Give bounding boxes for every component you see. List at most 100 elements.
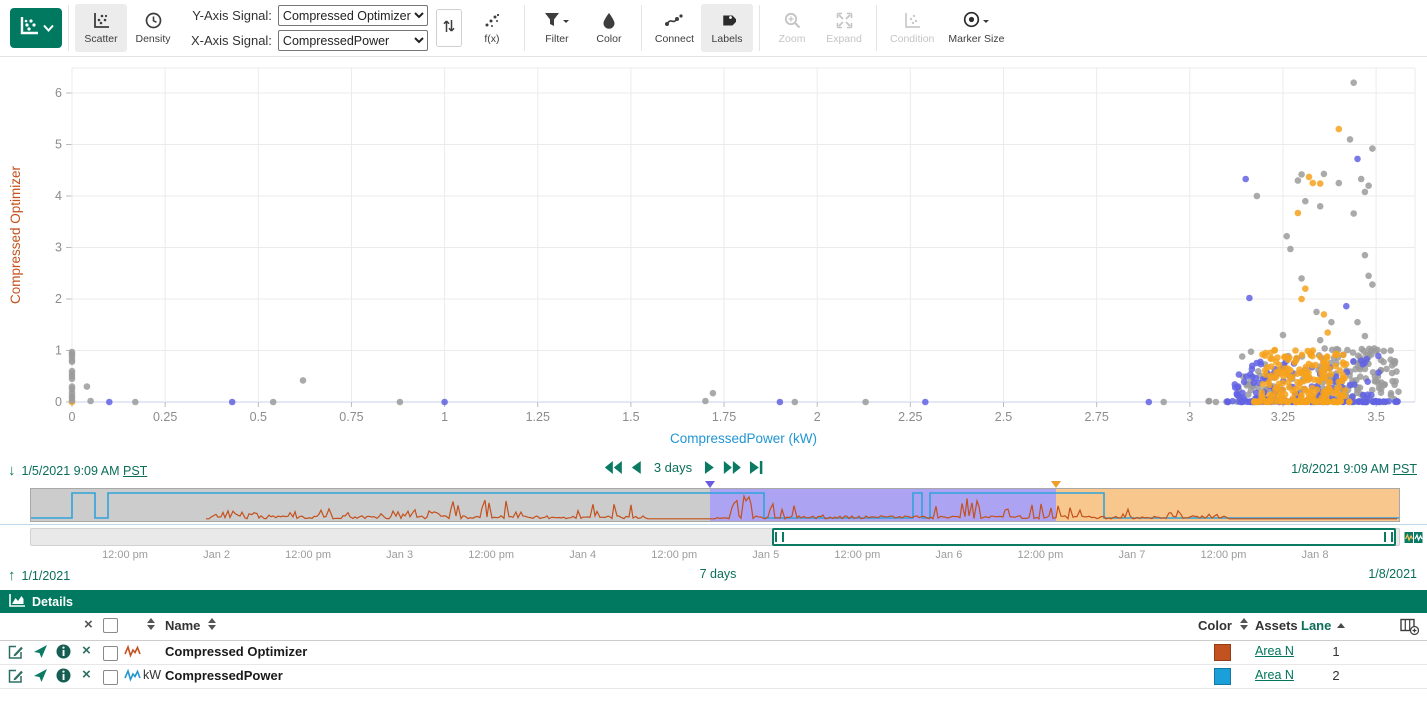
investigate-duration[interactable]: 7 days xyxy=(700,567,737,581)
color-swatch[interactable] xyxy=(1214,644,1231,661)
table-row-compressedpower[interactable]: × kW CompressedPower Area N 2 xyxy=(0,665,1427,689)
color-button[interactable]: Color xyxy=(583,4,635,52)
signal-name[interactable]: CompressedPower xyxy=(165,668,283,683)
marker-size-icon xyxy=(963,11,980,31)
x-axis-title: CompressedPower (kW) xyxy=(670,431,817,446)
svg-text:0.75: 0.75 xyxy=(339,410,363,424)
investigate-range-thumb[interactable] xyxy=(772,528,1396,546)
select-all-checkbox[interactable] xyxy=(103,618,118,633)
lane-number: 2 xyxy=(1326,668,1346,683)
display-end-datetime[interactable]: 1/8/2021 9:09 AM xyxy=(1291,462,1389,476)
remove-icon[interactable]: × xyxy=(82,644,91,657)
svg-text:4: 4 xyxy=(55,189,62,203)
info-icon[interactable] xyxy=(56,668,71,686)
condition-button: Condition xyxy=(883,4,941,52)
remove-all-icon[interactable]: × xyxy=(84,618,93,631)
timeline-preview-strip[interactable] xyxy=(30,488,1400,522)
connect-button[interactable]: Connect xyxy=(648,4,701,52)
step-back-full-button[interactable] xyxy=(605,461,623,474)
range-stepper: 3 days xyxy=(605,460,763,475)
table-row-compressed-optimizer[interactable]: × Compressed Optimizer Area N 1 xyxy=(0,641,1427,665)
add-column-icon[interactable] xyxy=(1400,618,1419,638)
y-axis-signal-select[interactable]: Compressed Optimizer xyxy=(278,5,428,26)
scatter-gridlines: 012345600.250.50.7511.251.51.7522.252.52… xyxy=(55,68,1415,424)
labels-label: Labels xyxy=(712,33,743,45)
display-start-datetime[interactable]: 1/5/2021 9:09 AM xyxy=(22,464,120,478)
swap-axes-button[interactable] xyxy=(436,9,462,47)
auto-update-icon[interactable] xyxy=(1404,530,1423,551)
edit-icon[interactable] xyxy=(8,668,24,687)
send-icon[interactable] xyxy=(33,668,48,686)
sort-color-control[interactable] xyxy=(1240,618,1248,630)
info-icon[interactable] xyxy=(56,644,71,662)
x-axis-signal-select[interactable]: CompressedPower xyxy=(278,30,428,51)
thumb-right-handle[interactable] xyxy=(1384,532,1393,542)
time-tick-label: Jan 6 xyxy=(935,549,962,561)
step-forward-full-button[interactable] xyxy=(723,461,741,474)
area-chart-icon xyxy=(9,594,25,610)
time-tick-label: 12:00 pm xyxy=(1017,549,1063,561)
sort-unit-control[interactable] xyxy=(147,618,155,630)
svg-text:0.25: 0.25 xyxy=(153,410,177,424)
step-size-label[interactable]: 3 days xyxy=(654,460,692,475)
details-title: Details xyxy=(32,595,73,609)
scatter-chart[interactable]: 012345600.250.50.7511.251.51.7522.252.52… xyxy=(0,57,1427,453)
row-checkbox[interactable] xyxy=(103,646,118,661)
time-tick-label: 12:00 pm xyxy=(1201,549,1247,561)
signal-name[interactable]: Compressed Optimizer xyxy=(165,644,307,659)
column-header-lane[interactable]: Lane xyxy=(1301,618,1345,633)
time-tick-label: 12:00 pm xyxy=(468,549,514,561)
chart-type-menu-button[interactable] xyxy=(10,8,62,48)
timezone-link[interactable]: PST xyxy=(1393,462,1417,476)
sort-name-control[interactable] xyxy=(208,618,216,630)
clock-icon xyxy=(145,12,162,30)
timeline-marker-display-start[interactable] xyxy=(705,481,715,488)
axis-signal-selectors: Y-Axis Signal: Compressed Optimizer X-Ax… xyxy=(191,5,428,51)
send-icon[interactable] xyxy=(33,644,48,662)
scatter-view-button[interactable]: Scatter xyxy=(75,4,127,52)
time-axis-ticks: 12:00 pmJan 212:00 pmJan 312:00 pmJan 41… xyxy=(0,549,1427,564)
density-view-button[interactable]: Density xyxy=(127,4,179,52)
edit-icon[interactable] xyxy=(8,644,24,663)
asset-link[interactable]: Area N xyxy=(1255,668,1294,682)
svg-text:0.5: 0.5 xyxy=(250,410,267,424)
scatter-plot-canvas[interactable]: 012345600.250.50.7511.251.51.7522.252.52… xyxy=(0,57,1427,453)
divider xyxy=(68,5,69,51)
timeline-marker-display-end[interactable] xyxy=(1051,481,1061,488)
time-tick-label: 12:00 pm xyxy=(285,549,331,561)
step-forward-half-button[interactable] xyxy=(705,461,714,474)
x-axis-signal-label: X-Axis Signal: xyxy=(191,33,272,48)
filter-label: Filter xyxy=(545,33,568,45)
droplet-icon xyxy=(602,12,616,30)
time-tick-label: 12:00 pm xyxy=(651,549,697,561)
column-header-name[interactable]: Name xyxy=(165,618,200,633)
investigate-start-date[interactable]: 1/1/2021 xyxy=(22,569,71,583)
svg-text:3: 3 xyxy=(55,241,62,255)
svg-text:0: 0 xyxy=(69,410,76,424)
investigate-end-date[interactable]: 1/8/2021 xyxy=(1368,567,1417,581)
marker-size-button[interactable]: Marker Size xyxy=(941,4,1011,52)
svg-text:2.5: 2.5 xyxy=(995,410,1012,424)
svg-text:2: 2 xyxy=(55,292,62,306)
asset-link[interactable]: Area N xyxy=(1255,644,1294,658)
column-header-color[interactable]: Color xyxy=(1198,618,1232,633)
sort-asc-icon xyxy=(1337,619,1345,628)
thumb-left-handle[interactable] xyxy=(775,532,784,542)
step-to-end-button[interactable] xyxy=(750,461,763,474)
details-column-header: × Name Color Assets Lane xyxy=(0,613,1427,641)
row-checkbox[interactable] xyxy=(103,670,118,685)
formula-button[interactable]: f(x) xyxy=(466,4,518,52)
marker-size-label: Marker Size xyxy=(948,33,1004,45)
svg-text:1.25: 1.25 xyxy=(526,410,550,424)
filter-button[interactable]: Filter xyxy=(531,4,583,52)
tag-icon xyxy=(719,12,736,30)
timezone-link[interactable]: PST xyxy=(123,464,147,478)
column-header-assets[interactable]: Assets xyxy=(1255,618,1298,633)
funnel-icon xyxy=(544,12,560,30)
investigate-scrollbar-track[interactable] xyxy=(30,528,1400,546)
step-back-half-button[interactable] xyxy=(632,461,641,474)
labels-button[interactable]: Labels xyxy=(701,4,753,52)
swap-arrows-icon xyxy=(442,18,456,39)
color-swatch[interactable] xyxy=(1214,668,1231,685)
remove-icon[interactable]: × xyxy=(82,668,91,681)
